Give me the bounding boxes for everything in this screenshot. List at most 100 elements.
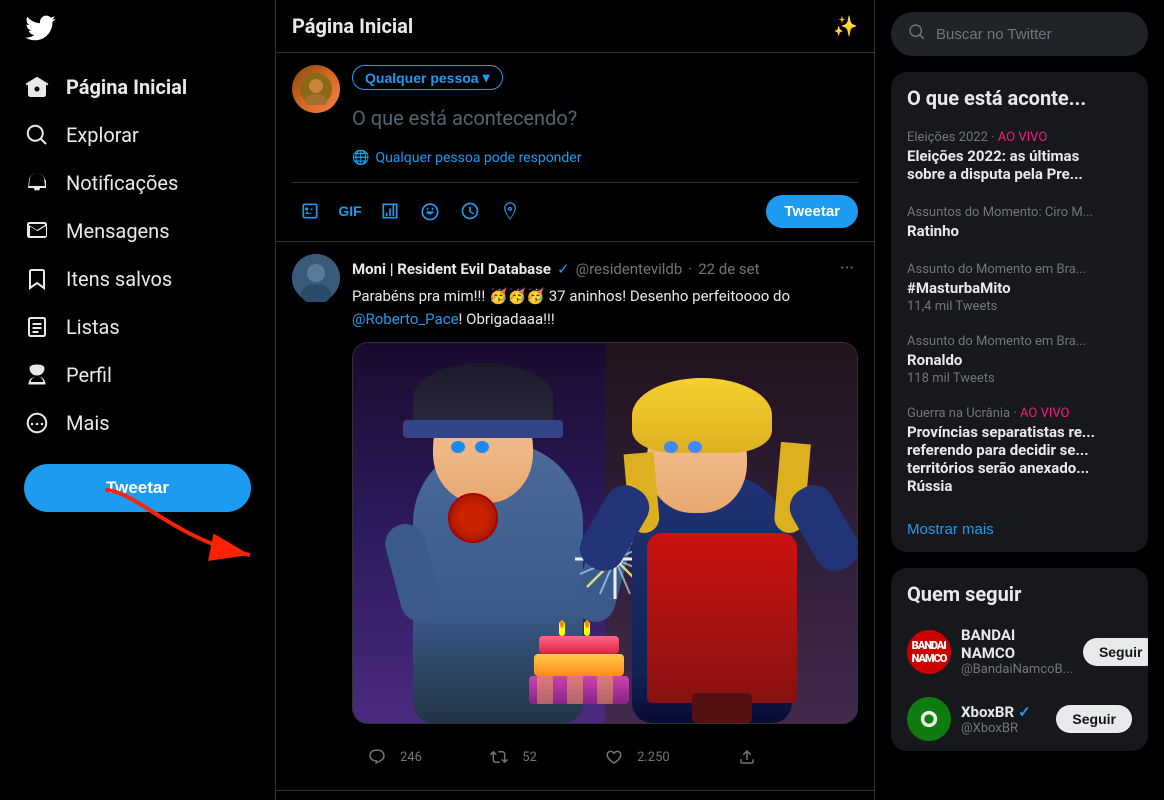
twitter-logo[interactable]	[12, 0, 263, 60]
creators-banner: 👤 Criadores digitais · Ver mais ✕	[276, 791, 874, 800]
trend-category-1: Assuntos do Momento: Ciro M...	[907, 205, 1132, 220]
compose-poll-button[interactable]	[372, 193, 408, 229]
tweet-more-button[interactable]: ···	[836, 254, 858, 283]
home-icon	[24, 74, 50, 100]
sidebar-tweet-button[interactable]: Tweetar	[24, 464, 251, 512]
follow-button-1[interactable]: Seguir	[1056, 705, 1132, 733]
audience-button[interactable]: Qualquer pessoa ▾	[352, 65, 503, 90]
compose-icons: GIF	[292, 193, 528, 229]
sidebar-item-home-label: Página Inicial	[66, 75, 187, 99]
anime-scene-bg: R.P.D	[353, 343, 857, 723]
compose-location-button[interactable]	[492, 193, 528, 229]
search-input[interactable]	[936, 26, 1135, 43]
comment-count: 246	[400, 750, 422, 765]
reply-info: 🌐 Qualquer pessoa pode responder	[292, 146, 858, 174]
tweet-image: R.P.D	[352, 342, 858, 724]
tweet-card[interactable]: Moni | Resident Evil Database ✓ @residen…	[276, 242, 874, 791]
follow-item-0[interactable]: BANDAINAMCO BANDAI NAMCO @BandaiNamcoB..…	[891, 616, 1148, 687]
trend-count-3: 118 mil Tweets	[907, 371, 1132, 386]
sidebar: Página Inicial Explorar Notificações Men…	[0, 0, 275, 800]
sidebar-item-notifications[interactable]: Notificações	[12, 160, 263, 206]
trend-item-1[interactable]: Assuntos do Momento: Ciro M... Ratinho	[891, 195, 1148, 252]
share-icon	[730, 740, 764, 774]
trend-category-4: Guerra na Ucrânia · AO VIVO	[907, 406, 1132, 421]
main-feed: Página Inicial ✨ Qualquer pessoa ▾ O que…	[275, 0, 875, 800]
notifications-icon	[24, 170, 50, 196]
trend-item-4[interactable]: Guerra na Ucrânia · AO VIVO Províncias s…	[891, 396, 1148, 507]
follow-item-1[interactable]: XboxBR ✓ @XboxBR Seguir	[891, 687, 1148, 751]
trend-category-0: Eleições 2022 · AO VIVO	[907, 130, 1083, 145]
trends-title: O que está aconte...	[891, 72, 1148, 120]
sidebar-item-more-label: Mais	[66, 411, 110, 435]
follow-name-text-0: BANDAI NAMCO	[961, 626, 1073, 662]
compose-schedule-button[interactable]	[452, 193, 488, 229]
follow-name-1: XboxBR ✓	[961, 703, 1046, 721]
reply-restriction-label: Qualquer pessoa pode responder	[375, 150, 581, 166]
like-count: 2.250	[637, 750, 670, 765]
globe-icon: 🌐	[352, 150, 369, 166]
live-badge-4: AO VIVO	[1020, 406, 1070, 421]
lists-icon	[24, 314, 50, 340]
tweet-share-action[interactable]	[722, 736, 772, 778]
sidebar-item-explore[interactable]: Explorar	[12, 112, 263, 158]
bookmarks-icon	[24, 266, 50, 292]
compose-placeholder[interactable]: O que está acontecendo?	[352, 98, 858, 138]
follow-button-0[interactable]: Seguir	[1083, 638, 1148, 666]
compose-image-button[interactable]	[292, 193, 328, 229]
chevron-down-icon: ▾	[483, 69, 490, 86]
gif-icon: GIF	[338, 203, 361, 219]
compose-gif-button[interactable]: GIF	[332, 193, 368, 229]
search-icon	[908, 23, 926, 45]
follow-info-0: BANDAI NAMCO @BandaiNamcoB...	[961, 626, 1073, 677]
tweet-author-wrap: Moni | Resident Evil Database ✓ @residen…	[352, 260, 760, 278]
follow-info-1: XboxBR ✓ @XboxBR	[961, 703, 1046, 736]
compose-options: GIF Tweetar	[292, 182, 858, 229]
tweet-like-action[interactable]: 2.250	[589, 736, 678, 778]
follow-title: Quem seguir	[891, 568, 1148, 616]
right-sidebar: O que está aconte... Eleições 2022 · AO …	[875, 0, 1164, 800]
tweet-comment-action[interactable]: 246	[352, 736, 430, 778]
show-more-button[interactable]: Mostrar mais	[891, 507, 1148, 552]
tweet-handle: @residentevildb	[576, 260, 683, 278]
tweet-author-name: Moni | Resident Evil Database	[352, 260, 551, 278]
trend-name-1: Ratinho	[907, 222, 1132, 240]
tweet-image-inner: R.P.D	[353, 343, 857, 723]
sidebar-item-profile[interactable]: Perfil	[12, 352, 263, 398]
sidebar-item-home[interactable]: Página Inicial	[12, 64, 263, 110]
trend-name-0: Eleições 2022: as últimassobre a disputa…	[907, 147, 1083, 183]
sidebar-item-lists[interactable]: Listas	[12, 304, 263, 350]
live-badge-0: AO VIVO	[998, 130, 1048, 145]
sidebar-item-notifications-label: Notificações	[66, 171, 178, 195]
follow-name-0: BANDAI NAMCO	[961, 626, 1073, 662]
sidebar-item-more[interactable]: Mais	[12, 400, 263, 446]
trend-item-3[interactable]: Assunto do Momento em Bra... Ronaldo 118…	[891, 324, 1148, 396]
tweet-mention-link[interactable]: @Roberto_Pace	[352, 310, 459, 328]
retweet-count: 52	[522, 750, 537, 765]
trends-box: O que está aconte... Eleições 2022 · AO …	[891, 72, 1148, 552]
trend-item-2[interactable]: Assunto do Momento em Bra... #MasturbaMi…	[891, 252, 1148, 324]
follow-handle-1: @XboxBR	[961, 721, 1046, 736]
search-bar[interactable]	[891, 12, 1148, 56]
retweet-icon	[482, 740, 516, 774]
audience-label: Qualquer pessoa	[365, 70, 479, 86]
trend-item-header-2: Assunto do Momento em Bra... #MasturbaMi…	[907, 262, 1132, 314]
tweet-retweet-action[interactable]: 52	[474, 736, 545, 778]
like-icon	[597, 740, 631, 774]
compose-emoji-button[interactable]	[412, 193, 448, 229]
sidebar-item-bookmarks-label: Itens salvos	[66, 267, 172, 291]
sidebar-item-messages[interactable]: Mensagens	[12, 208, 263, 254]
sidebar-item-bookmarks[interactable]: Itens salvos	[12, 256, 263, 302]
follow-box: Quem seguir BANDAINAMCO BANDAI NAMCO @Ba…	[891, 568, 1148, 751]
verified-badge: ✓	[557, 260, 570, 278]
tweet-meta: Moni | Resident Evil Database ✓ @residen…	[352, 254, 858, 283]
trend-name-3: Ronaldo	[907, 351, 1132, 369]
tweet-actions: 246 52 2.250	[352, 736, 772, 778]
sidebar-item-profile-label: Perfil	[66, 363, 112, 387]
tweet-header: Moni | Resident Evil Database ✓ @residen…	[292, 254, 858, 778]
comment-icon	[360, 740, 394, 774]
messages-icon	[24, 218, 50, 244]
sparkle-icon[interactable]: ✨	[833, 14, 858, 38]
tweet-time: 22 de set	[698, 260, 759, 278]
compose-tweet-button[interactable]: Tweetar	[766, 195, 858, 228]
trend-item-0[interactable]: Eleições 2022 · AO VIVO Eleições 2022: a…	[891, 120, 1148, 195]
